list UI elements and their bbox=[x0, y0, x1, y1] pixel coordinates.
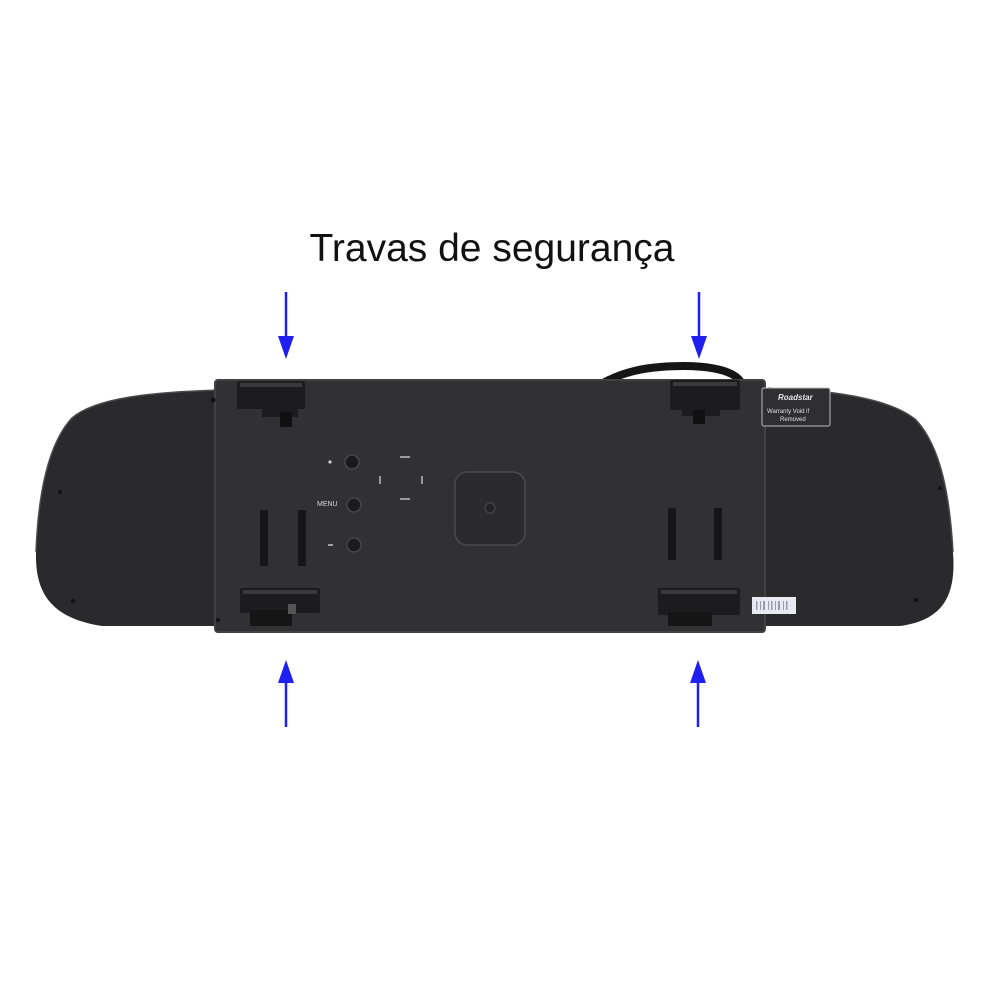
screw-hole bbox=[58, 490, 62, 494]
barcode-bar bbox=[763, 601, 765, 610]
product-image: Travas de segurança MENU Roadstar Warran… bbox=[0, 0, 1000, 1000]
arrow-top-left bbox=[278, 292, 294, 359]
screw-hole bbox=[938, 486, 942, 490]
clip-lower bbox=[668, 612, 712, 626]
clip-highlight bbox=[673, 382, 737, 386]
mount-slot bbox=[668, 508, 676, 560]
arrow-bottom-left bbox=[278, 660, 294, 727]
menu-label: MENU bbox=[317, 501, 338, 508]
arrow-down-icon bbox=[278, 336, 294, 359]
clip-tab bbox=[280, 412, 292, 427]
sticker-brand-logo: Roadstar bbox=[778, 393, 814, 402]
power-indicator-dot bbox=[328, 460, 332, 464]
sticker-text-line1: Warranty Void if bbox=[767, 409, 809, 415]
mount-slot bbox=[260, 510, 268, 566]
menu-button bbox=[346, 497, 362, 513]
mount-slot bbox=[714, 508, 722, 560]
screw-hole bbox=[216, 618, 220, 622]
barcode-bar bbox=[783, 601, 784, 610]
arrow-down-icon bbox=[691, 336, 707, 359]
clip-highlight bbox=[661, 590, 737, 594]
screw-hole bbox=[914, 598, 918, 602]
barcode-bar bbox=[771, 601, 773, 610]
clip-lower bbox=[250, 610, 292, 626]
barcode-bar bbox=[786, 601, 788, 610]
minus-button bbox=[346, 537, 362, 553]
arrow-top-right bbox=[691, 292, 707, 359]
arrow-up-icon bbox=[690, 660, 706, 683]
barcode-bar bbox=[768, 601, 769, 610]
clip-highlight bbox=[240, 383, 302, 387]
mount-slot bbox=[298, 510, 306, 566]
screw-hole bbox=[71, 599, 75, 603]
sticker-text-line2: Removed bbox=[780, 417, 806, 423]
clip-highlight bbox=[243, 590, 317, 594]
clip-tab bbox=[288, 604, 296, 614]
mirror-monitor-photo: Travas de segurança MENU Roadstar Warran… bbox=[35, 227, 954, 727]
clip-tab bbox=[693, 410, 705, 424]
barcode-bar bbox=[778, 601, 780, 610]
warranty-sticker: Roadstar Warranty Void if Removed bbox=[761, 387, 831, 427]
center-pad-dimple bbox=[484, 502, 496, 514]
screw-hole bbox=[210, 397, 216, 403]
annotation-heading: Travas de segurança bbox=[310, 227, 675, 270]
power-button bbox=[344, 454, 360, 470]
barcode-bar bbox=[756, 601, 758, 610]
arrow-up-icon bbox=[278, 660, 294, 683]
arrow-bottom-right bbox=[690, 660, 706, 727]
barcode-bar bbox=[775, 601, 776, 610]
serial-label bbox=[752, 597, 796, 614]
barcode-bar bbox=[760, 601, 761, 610]
